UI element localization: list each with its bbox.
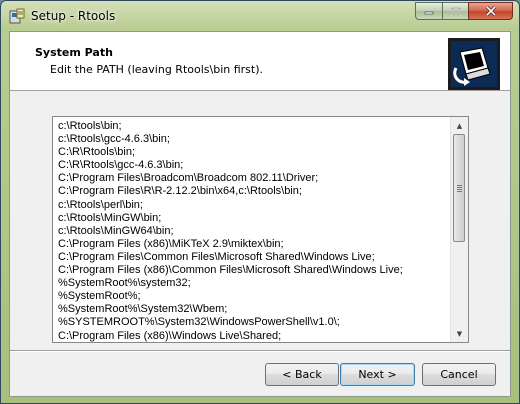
path-line: C:\Program Files\Common Files\Microsoft … — [58, 250, 375, 263]
path-line: C:\Program Files (x86)\MiKTeX 2.9\miktex… — [58, 237, 284, 250]
vertical-scrollbar[interactable]: ▲ ▼ — [450, 117, 468, 342]
path-line: c:\Rtools\perl\bin; — [58, 198, 143, 211]
path-line: C:\Program Files\Broadcom\Broadcom 802.1… — [58, 172, 319, 185]
grip-line — [457, 187, 462, 188]
grip-line — [457, 189, 462, 190]
grip-line — [457, 185, 462, 186]
scrollbar-thumb[interactable] — [453, 134, 465, 242]
maximize-button[interactable] — [442, 2, 468, 20]
grip-line — [457, 191, 462, 192]
maximize-icon — [450, 6, 461, 16]
page-subtitle: Edit the PATH (leaving Rtools\bin first)… — [50, 63, 264, 76]
path-line: %SYSTEMROOT%\System32\WindowsPowerShell\… — [58, 316, 340, 329]
close-button[interactable] — [468, 2, 513, 20]
back-button[interactable]: < Back — [265, 363, 339, 386]
path-line: C:\Program Files\R\R-2.12.2\bin\x64,c:\R… — [58, 185, 302, 198]
page-title: System Path — [35, 46, 113, 59]
path-lines: c:\Rtools\bin; c:\Rtools\gcc-4.6.3\bin; … — [58, 120, 448, 342]
wizard-header: System Path Edit the PATH (leaving Rtool… — [10, 32, 510, 91]
setup-window: Setup - Rtools System Path Edit the PATH… — [0, 0, 520, 404]
path-line: %SystemRoot%\system32; — [58, 277, 191, 290]
scroll-down-arrow-icon[interactable]: ▼ — [451, 325, 468, 342]
close-icon — [485, 6, 496, 16]
caption-buttons — [415, 2, 513, 21]
minimize-icon — [424, 11, 434, 15]
minimize-button[interactable] — [415, 2, 442, 20]
path-line: C:\Program Files (x86)\Common Files\Micr… — [58, 264, 403, 277]
scroll-up-arrow-icon[interactable]: ▲ — [451, 117, 468, 134]
path-line: c:\Rtools\MinGW\bin; — [58, 211, 162, 224]
path-line: C:\Program Files (x86)\Windows Live\Shar… — [58, 329, 282, 342]
installer-icon — [9, 8, 25, 24]
window-title: Setup - Rtools — [31, 9, 116, 23]
path-line: %SystemRoot%; — [58, 290, 141, 303]
path-line: %SystemRoot%\System32\Wbem; — [58, 303, 228, 316]
wizard-client-area: System Path Edit the PATH (leaving Rtool… — [9, 31, 511, 397]
path-line: C:\R\Rtools\bin; — [58, 146, 136, 159]
computer-setup-icon — [448, 38, 500, 90]
path-line: c:\Rtools\MinGW64\bin; — [58, 224, 174, 237]
next-button[interactable]: Next > — [340, 363, 415, 386]
path-text-area[interactable]: c:\Rtools\bin; c:\Rtools\gcc-4.6.3\bin; … — [52, 116, 469, 343]
title-bar[interactable]: Setup - Rtools — [1, 1, 519, 31]
path-line: c:\Rtools\bin; — [58, 120, 122, 132]
path-line: c:\Rtools\gcc-4.6.3\bin; — [58, 133, 170, 146]
footer-divider — [10, 350, 510, 352]
path-line: C:\R\Rtools\gcc-4.6.3\bin; — [58, 159, 184, 172]
cancel-button[interactable]: Cancel — [422, 363, 496, 386]
